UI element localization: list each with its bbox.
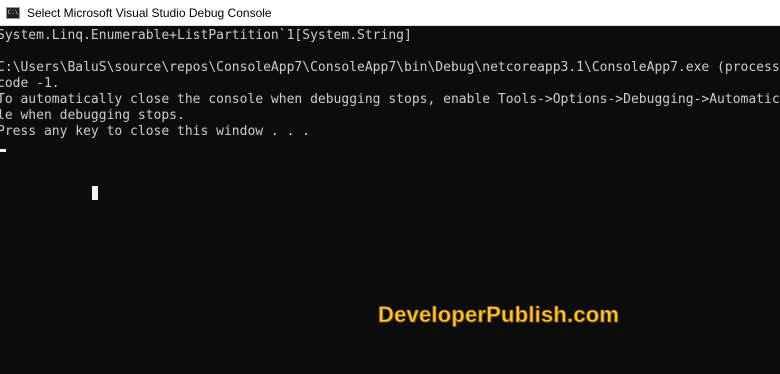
watermark-logo: DeveloperPublish.com <box>378 302 620 328</box>
console-app-icon: C:\ <box>6 6 20 19</box>
console-line: code -1. <box>0 76 60 91</box>
debug-console-window: C:\ Select Microsoft Visual Studio Debug… <box>0 0 780 374</box>
window-title: Select Microsoft Visual Studio Debug Con… <box>27 5 272 20</box>
console-line: System.Linq.Enumerable+ListPartition`1[S… <box>0 28 412 43</box>
console-line: C:\Users\BaluS\source\repos\ConsoleApp7\… <box>0 60 780 75</box>
mouse-ibeam-cursor <box>92 186 98 200</box>
console-line: le when debugging stops. <box>0 108 185 123</box>
title-bar[interactable]: C:\ Select Microsoft Visual Studio Debug… <box>0 0 780 26</box>
console-line: Press any key to close this window . . . <box>0 124 311 139</box>
console-line: To automatically close the console when … <box>0 92 780 107</box>
text-cursor <box>0 149 6 152</box>
